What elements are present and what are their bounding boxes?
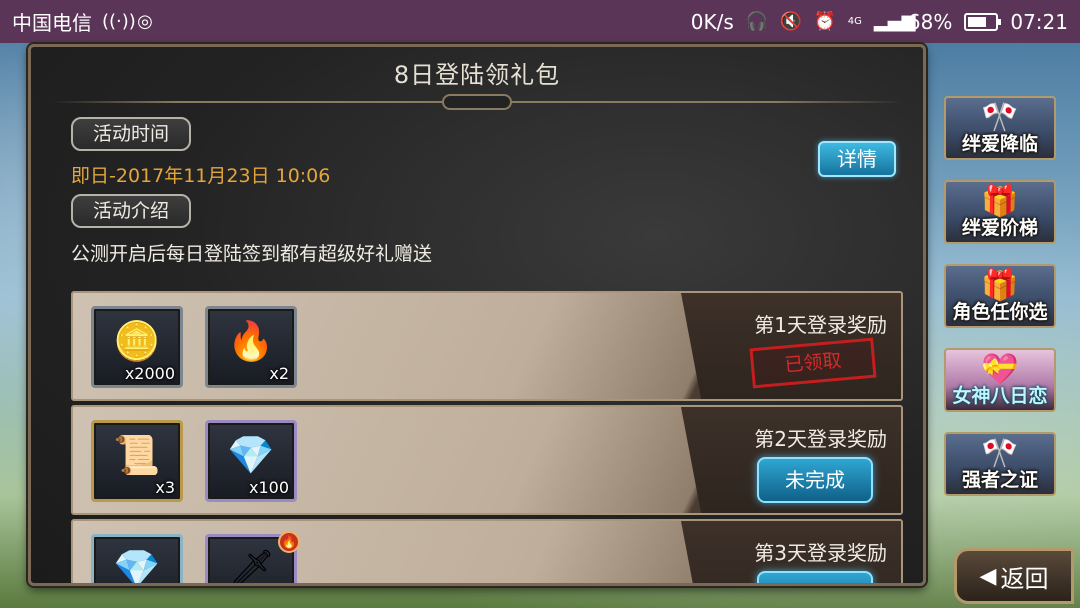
wifi-call-icon: ((·)): [102, 10, 136, 32]
scroll-icon: 📜: [113, 433, 161, 477]
reward-row-day-1: 🪙 x2000 🔥 x2 第1天登录奖励 已领取: [71, 291, 903, 401]
day-label: 第1天登录奖励: [754, 313, 887, 337]
activity-intro-tag: 活动介绍: [71, 194, 192, 228]
weapon-icon: 🗡: [226, 547, 276, 586]
crystal-icon: 💎: [227, 433, 275, 477]
nav-label: 绊爱降临: [961, 133, 1038, 155]
item-qty: x3: [155, 478, 175, 497]
activity-description: 公测开启后每日登陆签到都有超级好礼赠送: [71, 243, 433, 265]
signal-icon: ▂▄▆: [873, 10, 916, 32]
reward-item-gold[interactable]: 🪙 x2000: [91, 306, 183, 388]
nav-label: 绊爱阶梯: [961, 217, 1038, 239]
item-qty: x2: [269, 364, 289, 383]
back-label: 返回: [1000, 564, 1049, 593]
activity-time-tag: 活动时间: [71, 117, 192, 151]
fire-badge-icon: 🔥: [278, 531, 300, 553]
reward-item-weapon[interactable]: 🗡 🔥: [205, 531, 300, 586]
nav-item-character-select[interactable]: 🎁 角色任你选: [944, 264, 1056, 328]
net-speed: 0K/s: [690, 9, 734, 34]
incomplete-button[interactable]: 未完成: [757, 457, 873, 503]
nav-item-goddess-eight-days[interactable]: 💝 女神八日恋: [944, 348, 1056, 412]
nav-item-strong-proof[interactable]: 🎌 强者之证: [944, 432, 1056, 496]
gold-coins-icon: 🪙: [113, 319, 161, 363]
nav-item-jiban-ladder[interactable]: 🎁 绊爱阶梯: [944, 180, 1056, 244]
battery-percent: 68%: [907, 9, 953, 34]
activity-date-range: 即日-2017年11月23日 10:06: [71, 165, 331, 187]
panel-title: 8日登陆领礼包: [393, 61, 561, 89]
back-button[interactable]: ◀ 返回: [954, 548, 1074, 604]
clock: 07:21: [1010, 9, 1068, 34]
status-button[interactable]: [757, 571, 873, 583]
battery-icon: [964, 12, 1002, 31]
headphones-icon: 🎧: [745, 10, 769, 32]
status-right: 0K/s 🎧 🔇 ⏰ 4G ▂▄▆ 68% 07:21: [691, 10, 1068, 34]
reward-item-crystal[interactable]: 💎: [91, 534, 183, 586]
reward-item-crystal[interactable]: 💎 x100: [205, 420, 297, 502]
detail-button[interactable]: 详情: [818, 141, 896, 177]
back-arrow-icon: ◀: [979, 563, 997, 589]
carrier-name: 中国电信: [12, 11, 92, 35]
item-qty: x100: [248, 478, 289, 497]
reward-item-orb[interactable]: 🔥 x2: [205, 306, 297, 388]
day-label: 第3天登录奖励: [754, 541, 887, 565]
fire-orb-icon: 🔥: [227, 319, 275, 363]
sync-icon: ◎: [137, 10, 153, 32]
title-ornament-icon: [442, 94, 512, 110]
reward-item-scroll[interactable]: 📜 x3: [91, 420, 183, 502]
item-qty: x2000: [124, 364, 175, 383]
login-gift-panel: 8日登陆领礼包 活动时间 即日-2017年11月23日 10:06 活动介绍 公…: [28, 44, 926, 586]
nav-item-jiban-descent[interactable]: 🎌 绊爱降临: [944, 96, 1056, 160]
nav-label: 强者之证: [961, 469, 1038, 491]
crystal-icon: 💎: [113, 547, 161, 586]
status-bar: 中国电信 ((·)) ◎ 0K/s 🎧 🔇 ⏰ 4G ▂▄▆ 68% 07:21: [0, 0, 1080, 43]
network-type: 4G: [847, 16, 862, 27]
mute-icon: 🔇: [779, 10, 803, 32]
reward-row-day-3: 💎 🗡 🔥 第3天登录奖励: [71, 519, 903, 586]
reward-row-day-2: 📜 x3 💎 x100 第2天登录奖励 未完成: [71, 405, 903, 515]
day-label: 第2天登录奖励: [754, 427, 887, 451]
carrier-group: 中国电信 ((·)) ◎: [12, 7, 156, 36]
nav-label: 女神八日恋: [952, 385, 1048, 407]
alarm-icon: ⏰: [813, 10, 837, 32]
nav-label: 角色任你选: [952, 301, 1048, 323]
